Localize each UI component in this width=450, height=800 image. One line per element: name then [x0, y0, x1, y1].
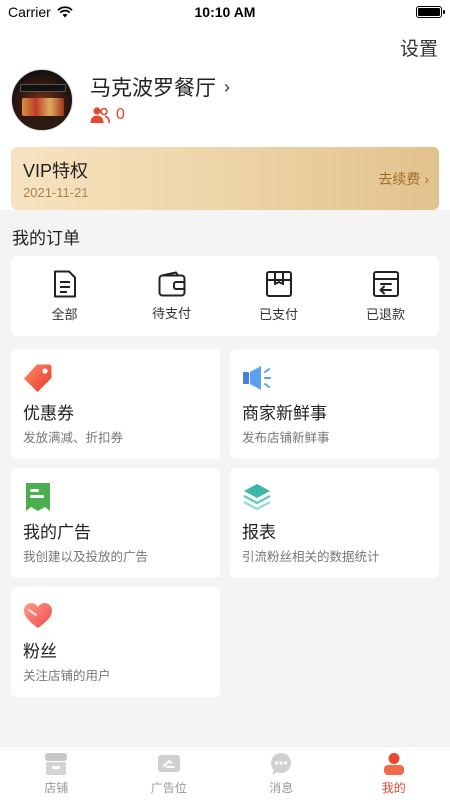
vip-expiry-date: 2021-11-21 [23, 185, 89, 200]
coupon-tag-icon [24, 364, 52, 392]
wallet-icon [158, 271, 185, 296]
vip-card[interactable]: VIP特权 2021-11-21 去续费 › [11, 147, 439, 210]
user-icon [383, 752, 404, 775]
ad-icon [157, 754, 180, 772]
fans-count[interactable]: 0 [90, 106, 125, 124]
fans-count-value: 0 [116, 106, 125, 123]
shop-icon [45, 752, 68, 775]
shop-name: 马克波罗餐厅 [90, 77, 216, 100]
tab-label: 广告位 [150, 780, 187, 795]
box-icon [265, 270, 292, 297]
refund-icon [372, 270, 399, 297]
feature-subtitle: 引流粉丝相关的数据统计 [242, 550, 380, 564]
orders-section-title: 我的订单 [12, 229, 80, 248]
order-pending-label: 待支付 [151, 305, 191, 321]
settings-button[interactable]: 设置 [400, 34, 438, 61]
shop-avatar[interactable] [11, 69, 73, 131]
status-bar: Carrier 10:10 AM [0, 0, 450, 24]
feature-title: 粉丝 [23, 642, 57, 661]
order-pending-payment[interactable]: 待支付 [118, 256, 225, 336]
tab-label: 消息 [269, 780, 294, 795]
order-all-label: 全部 [51, 306, 78, 322]
tab-label: 店铺 [44, 780, 69, 795]
battery-icon [416, 6, 445, 18]
feature-title: 商家新鲜事 [242, 404, 327, 423]
order-all[interactable]: 全部 [11, 256, 118, 336]
layers-icon [243, 484, 271, 511]
feature-title: 优惠券 [23, 404, 74, 423]
tab-ad-slots[interactable]: 广告位 [113, 747, 226, 800]
order-paid[interactable]: 已支付 [225, 256, 332, 336]
feature-card-coupon[interactable]: 优惠券 发放满减、折扣券 [11, 349, 220, 459]
feature-card-news[interactable]: 商家新鲜事 发布店铺新鲜事 [230, 349, 439, 459]
chevron-right-icon: › [224, 76, 230, 97]
order-refunded-label: 已退款 [365, 306, 405, 322]
feature-subtitle: 关注店铺的用户 [23, 669, 111, 683]
receipt-icon [26, 483, 50, 511]
message-icon [271, 752, 292, 775]
profile-header: Carrier 10:10 AM 设置 马克波罗餐厅 › 0 VIP特权 202… [0, 0, 450, 210]
feature-card-my-ads[interactable]: 我的广告 我创建以及投放的广告 [11, 468, 220, 578]
renew-button[interactable]: 去续费 › [378, 169, 429, 189]
heart-icon [24, 603, 52, 628]
renew-label: 去续费 [378, 171, 421, 187]
tab-me[interactable]: 我的 [338, 747, 450, 800]
order-refunded[interactable]: 已退款 [332, 256, 439, 336]
tab-label: 我的 [381, 780, 406, 795]
orders-panel: 全部 待支付 已支付 已退款 [11, 256, 439, 336]
document-icon [53, 270, 76, 297]
feature-subtitle: 发布店铺新鲜事 [242, 431, 330, 445]
users-icon [90, 107, 110, 124]
tab-messages[interactable]: 消息 [225, 747, 338, 800]
feature-card-report[interactable]: 报表 引流粉丝相关的数据统计 [230, 468, 439, 578]
shop-name-link[interactable]: 马克波罗餐厅 › [90, 72, 230, 102]
megaphone-icon [243, 366, 271, 390]
feature-card-fans[interactable]: 粉丝 关注店铺的用户 [11, 587, 220, 697]
feature-title: 我的广告 [23, 523, 91, 542]
bottom-tab-bar: 店铺 广告位 消息 我的 [0, 746, 450, 800]
feature-title: 报表 [242, 523, 276, 542]
vip-title: VIP特权 [23, 161, 89, 181]
order-paid-label: 已支付 [258, 306, 298, 322]
feature-subtitle: 发放满减、折扣券 [23, 431, 124, 445]
chevron-right-icon: › [424, 171, 429, 187]
clock: 10:10 AM [194, 4, 256, 20]
tab-shop[interactable]: 店铺 [0, 747, 113, 800]
feature-subtitle: 我创建以及投放的广告 [23, 550, 149, 564]
